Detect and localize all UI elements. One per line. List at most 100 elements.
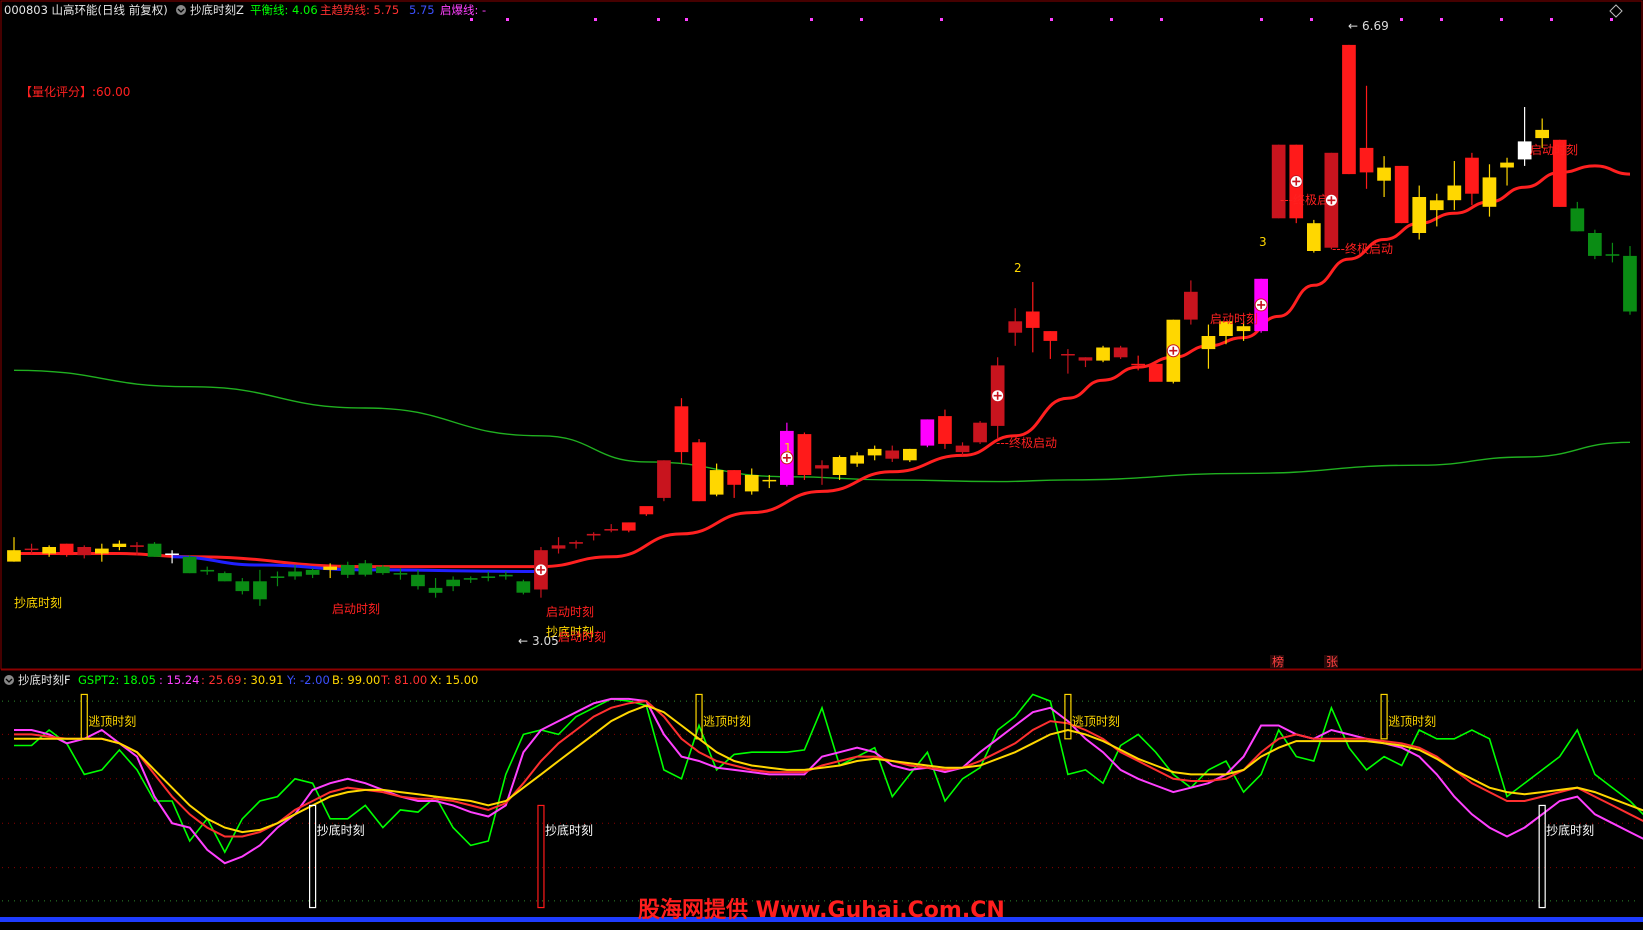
lower-v4-value: : 30.91 (243, 673, 283, 687)
candle-body (182, 556, 197, 574)
blue-line-value: 5.75 (409, 3, 435, 17)
top-dot-1 (506, 18, 509, 21)
candle-body (1605, 254, 1620, 256)
signal-qi-dong-4: 启动时刻 (1210, 312, 1258, 326)
candle-body (1236, 326, 1251, 332)
candle-body (516, 581, 531, 593)
candle-body (1465, 157, 1479, 194)
candle-body (1429, 200, 1444, 211)
candle-body (727, 470, 741, 485)
candle-body (340, 565, 355, 575)
candle-body (973, 422, 987, 443)
price-low-arrow-icon: ← (518, 634, 528, 648)
candle-body (867, 448, 882, 456)
candle-body (1008, 321, 1023, 333)
candle-body (1623, 255, 1637, 312)
candle-body (1482, 177, 1497, 207)
top-dot-14 (1440, 18, 1443, 21)
candle-body (428, 587, 443, 593)
chart-stage: 000803 山高环能(日线 前复权) 抄底时刻Z 平衡线: 4.06 主趋势线… (0, 0, 1643, 930)
candle-body (832, 457, 847, 475)
lower-y-value: Y: -2.00 (286, 673, 330, 687)
candle-body (744, 475, 759, 492)
signal-qi-dong-3: 启动时刻 (558, 630, 606, 644)
candle-body (657, 460, 671, 498)
watermark-text: 股海网提供 Www.Guhai.Com.CN (638, 897, 1005, 923)
candle-body (358, 563, 373, 575)
top-dot-13 (1400, 18, 1403, 21)
candle-body (24, 548, 39, 551)
candle-body (446, 579, 460, 587)
candle-body (850, 455, 864, 464)
candle-body (1271, 144, 1286, 219)
candle-body (1096, 347, 1110, 361)
top-dot-10 (1160, 18, 1163, 21)
escape-top-label-3: 逃顶时刻 (1388, 715, 1436, 729)
trend-line-label: 主趋势线: 5.75 (320, 3, 399, 17)
candle-body (1043, 331, 1058, 341)
lower-v2-value: : 15.24 (159, 673, 199, 687)
candle-body (112, 543, 127, 547)
lower-indicator-name: 抄底时刻F (18, 673, 71, 687)
candle-body (692, 442, 706, 502)
candle-body (411, 574, 425, 587)
candle-body (59, 543, 74, 556)
escape-top-label-1: 逃顶时刻 (703, 715, 751, 729)
escape-top-label-2: 逃顶时刻 (1072, 715, 1120, 729)
candle-body (1359, 147, 1374, 173)
lower-v3-value: : 25.69 (201, 673, 241, 687)
signal-zhong-ji-3: ---终极启动 (1332, 241, 1393, 256)
candle-body (1061, 354, 1075, 356)
price-high-arrow-icon: ← (1348, 19, 1358, 33)
candle-body (1377, 167, 1391, 181)
candle-body (463, 578, 478, 580)
top-dot-5 (810, 18, 813, 21)
candle-body (1570, 208, 1585, 232)
candle-body (938, 416, 952, 444)
candle-body (7, 550, 21, 562)
top-dot-2 (594, 18, 597, 21)
candle-body (920, 419, 935, 446)
candle-body (569, 542, 583, 544)
candle-body (797, 434, 812, 475)
candle-body (1588, 233, 1602, 256)
candle-body (815, 465, 829, 469)
signal-zhong-ji-1: ---终极启动 (996, 435, 1057, 450)
top-dot-15 (1500, 18, 1503, 21)
candle-body (1307, 223, 1321, 251)
candle-body (147, 543, 162, 557)
candle-body (1131, 363, 1145, 366)
candle-body (586, 533, 601, 536)
top-dot-7 (940, 18, 943, 21)
candle-body (1500, 162, 1514, 168)
candle-body (323, 566, 337, 570)
wave-number-2: 2 (1014, 261, 1022, 275)
symbol-title: 000803 山高环能(日线 前复权) (4, 3, 168, 17)
candle-body (1201, 336, 1216, 350)
candle-body (1394, 165, 1409, 224)
candle-body (1148, 363, 1163, 382)
lower-x-value: X: 15.00 (430, 673, 478, 687)
top-dot-6 (860, 18, 863, 21)
candle-body (1342, 44, 1356, 175)
lower-gspt-value: GSPT2: 18.05 (78, 673, 156, 687)
candle-body (1184, 291, 1198, 320)
bottom-buy-label-0: 抄底时刻 (317, 822, 365, 837)
top-dot-3 (657, 18, 660, 21)
signal-qi-dong-5: 启动时刻 (1530, 143, 1578, 157)
indicator-toggle-icon[interactable] (176, 5, 186, 15)
signal-chao-di-1: 抄底时刻 (14, 595, 62, 610)
lower-toggle-icon[interactable] (4, 675, 14, 685)
candle-body (604, 529, 619, 531)
signal-qi-dong-1: 启动时刻 (332, 602, 380, 616)
lower-t-value: T: 81.00 (380, 673, 427, 687)
candle-body (955, 445, 970, 453)
candle-body (42, 547, 56, 554)
candle-body (1535, 129, 1549, 139)
lower-b-value: B: 99.00 (332, 673, 380, 687)
candle-body (1447, 185, 1462, 201)
candle-body (1113, 347, 1128, 358)
candle-body (393, 573, 408, 575)
bottom-tag-1: 榜 (1272, 654, 1284, 669)
candle-body (95, 548, 109, 554)
